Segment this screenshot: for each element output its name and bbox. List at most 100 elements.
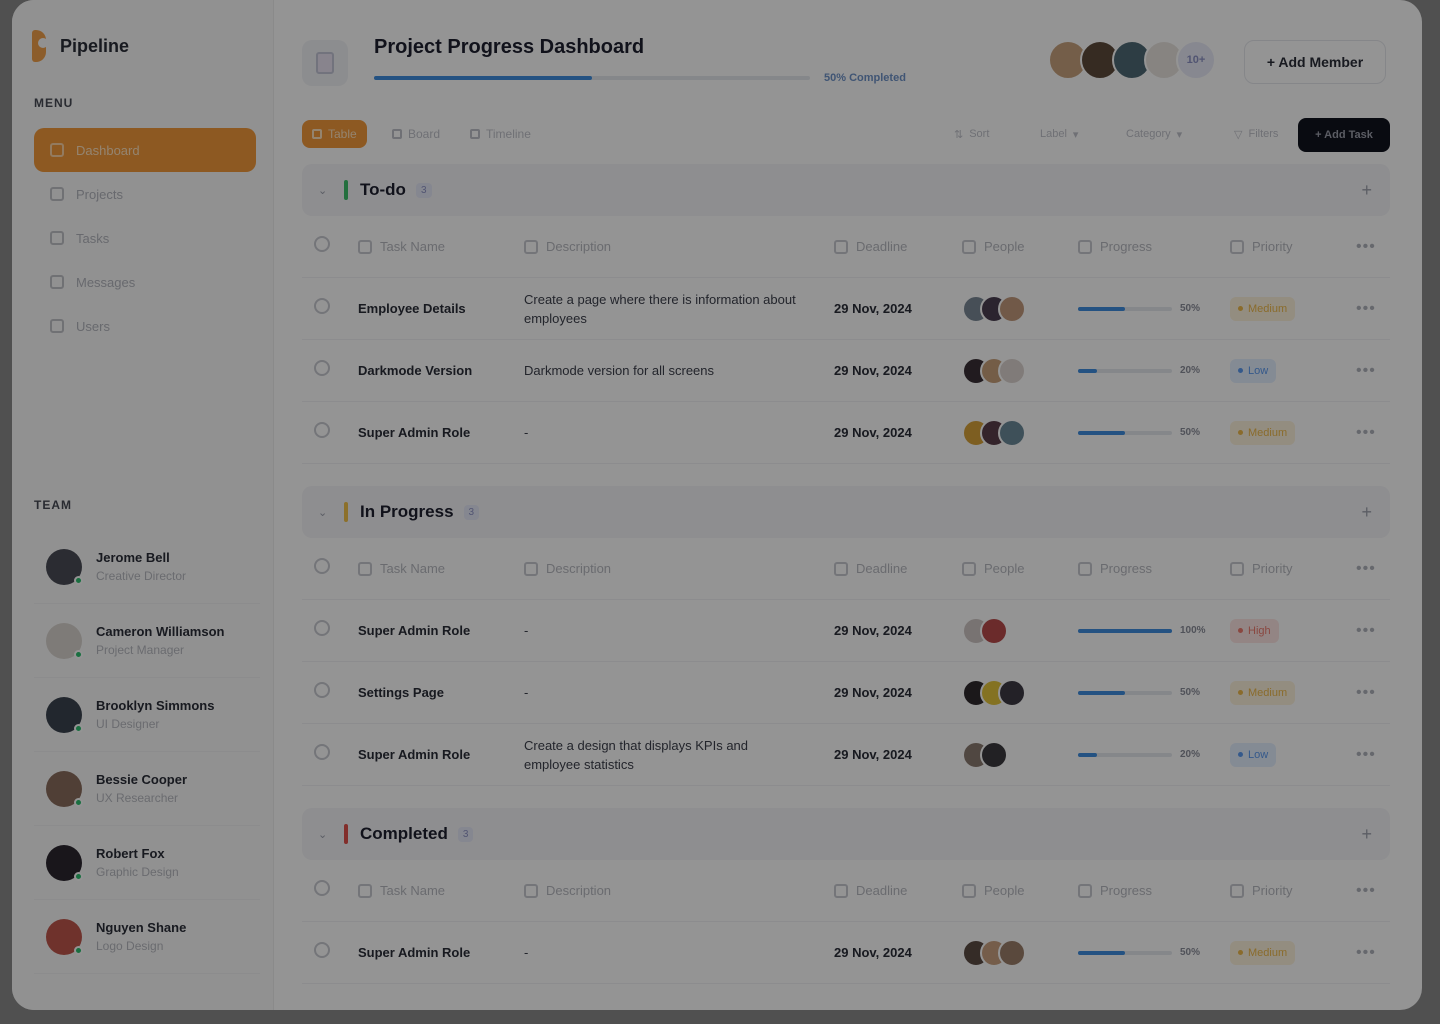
row-select-cell[interactable]	[302, 360, 358, 381]
task-name[interactable]: Super Admin Role	[358, 623, 524, 638]
team-member[interactable]: Bessie Cooper UX Researcher	[34, 752, 260, 826]
table-row[interactable]: Super Admin Role Create a design that dis…	[302, 724, 1390, 786]
select-all-cell[interactable]	[302, 558, 358, 579]
more-options-icon[interactable]: •••	[1356, 300, 1386, 318]
sidebar-item-projects[interactable]: Projects	[34, 172, 256, 216]
label-button[interactable]: Label ▾	[1040, 120, 1078, 148]
tab-table[interactable]: Table	[302, 120, 367, 148]
row-checkbox[interactable]	[314, 744, 330, 760]
column-header-task-name[interactable]: Task Name	[358, 239, 524, 254]
table-row[interactable]: Employee Details Create a page where ther…	[302, 278, 1390, 340]
priority-badge[interactable]: Low	[1230, 742, 1277, 767]
row-select-cell[interactable]	[302, 298, 358, 319]
column-header-people[interactable]: People	[962, 561, 1078, 576]
add-member-button[interactable]: + Add Member	[1244, 40, 1386, 84]
table-row[interactable]: Darkmode Version Darkmode version for all…	[302, 340, 1390, 402]
column-header-task-name[interactable]: Task Name	[358, 561, 524, 576]
more-options-icon[interactable]: •••	[1356, 684, 1386, 702]
more-options-icon[interactable]: •••	[1356, 746, 1386, 764]
more-options-icon[interactable]: •••	[1356, 238, 1386, 256]
more-members-badge[interactable]: 10+	[1176, 40, 1216, 80]
sort-button[interactable]: ⇅ Sort	[954, 120, 989, 148]
sidebar-item-tasks[interactable]: Tasks	[34, 216, 256, 260]
more-options-icon[interactable]: •••	[1356, 362, 1386, 380]
priority-badge[interactable]: High	[1230, 618, 1279, 643]
task-name[interactable]: Settings Page	[358, 685, 524, 700]
chevron-down-icon[interactable]: ⌄	[318, 828, 338, 841]
task-name[interactable]: Super Admin Role	[358, 747, 524, 762]
category-button[interactable]: Category ▾	[1126, 120, 1182, 148]
row-checkbox[interactable]	[314, 682, 330, 698]
group-header[interactable]: ⌄ Completed 3 +	[302, 808, 1390, 860]
team-member[interactable]: Nguyen Shane Logo Design	[34, 900, 260, 974]
row-select-cell[interactable]	[302, 682, 358, 703]
more-options-icon[interactable]: •••	[1356, 622, 1386, 640]
task-people[interactable]	[962, 616, 1078, 645]
row-checkbox[interactable]	[314, 942, 330, 958]
row-select-cell[interactable]	[302, 942, 358, 963]
row-checkbox[interactable]	[314, 620, 330, 636]
task-people[interactable]	[962, 678, 1078, 707]
tab-timeline[interactable]: Timeline	[460, 120, 541, 148]
more-options-icon[interactable]: •••	[1356, 882, 1386, 900]
sidebar-item-users[interactable]: Users	[34, 304, 256, 348]
tab-board[interactable]: Board	[382, 120, 450, 148]
team-member[interactable]: Cameron Williamson Project Manager	[34, 604, 260, 678]
table-row[interactable]: Super Admin Role - 29 Nov, 2024 100% High •••	[302, 600, 1390, 662]
select-all-cell[interactable]	[302, 236, 358, 257]
task-name[interactable]: Super Admin Role	[358, 945, 524, 960]
filters-button[interactable]: ▽ Filters	[1234, 120, 1278, 148]
team-member[interactable]: Brooklyn Simmons UI Designer	[34, 678, 260, 752]
more-options-icon[interactable]: •••	[1356, 944, 1386, 962]
column-header-deadline[interactable]: Deadline	[834, 561, 962, 576]
column-header-deadline[interactable]: Deadline	[834, 239, 962, 254]
column-header-priority[interactable]: Priority	[1230, 561, 1356, 576]
task-people[interactable]	[962, 740, 1078, 769]
column-header-description[interactable]: Description	[524, 559, 834, 578]
task-people[interactable]	[962, 294, 1078, 323]
more-options-icon[interactable]: •••	[1356, 560, 1386, 578]
priority-badge[interactable]: Medium	[1230, 420, 1296, 445]
table-row[interactable]: Super Admin Role - 29 Nov, 2024 50% Medium ••…	[302, 922, 1390, 984]
select-all-checkbox[interactable]	[314, 236, 330, 252]
team-member[interactable]: Robert Fox Graphic Design	[34, 826, 260, 900]
add-task-button[interactable]: + Add Task	[1298, 118, 1390, 152]
task-people[interactable]	[962, 356, 1078, 385]
priority-badge[interactable]: Medium	[1230, 680, 1296, 705]
column-header-description[interactable]: Description	[524, 881, 834, 900]
task-name[interactable]: Super Admin Role	[358, 425, 524, 440]
column-header-people[interactable]: People	[962, 239, 1078, 254]
priority-badge[interactable]: Low	[1230, 358, 1277, 383]
task-name[interactable]: Employee Details	[358, 301, 524, 316]
column-header-people[interactable]: People	[962, 883, 1078, 898]
row-select-cell[interactable]	[302, 744, 358, 765]
row-checkbox[interactable]	[314, 360, 330, 376]
row-checkbox[interactable]	[314, 422, 330, 438]
add-icon[interactable]: +	[1361, 180, 1372, 201]
column-header-priority[interactable]: Priority	[1230, 883, 1356, 898]
add-icon[interactable]: +	[1361, 502, 1372, 523]
task-people[interactable]	[962, 938, 1078, 967]
task-people[interactable]	[962, 418, 1078, 447]
row-select-cell[interactable]	[302, 620, 358, 641]
group-header[interactable]: ⌄ In Progress 3 +	[302, 486, 1390, 538]
chevron-down-icon[interactable]: ⌄	[318, 184, 338, 197]
sidebar-item-messages[interactable]: Messages	[34, 260, 256, 304]
group-header[interactable]: ⌄ To-do 3 +	[302, 164, 1390, 216]
member-avatar-stack[interactable]: 10+	[1048, 40, 1216, 80]
select-all-checkbox[interactable]	[314, 880, 330, 896]
row-checkbox[interactable]	[314, 298, 330, 314]
priority-badge[interactable]: Medium	[1230, 296, 1296, 321]
select-all-cell[interactable]	[302, 880, 358, 901]
logo[interactable]: Pipeline	[32, 30, 129, 62]
task-name[interactable]: Darkmode Version	[358, 363, 524, 378]
table-row[interactable]: Super Admin Role - 29 Nov, 2024 50% Medium ••…	[302, 402, 1390, 464]
chevron-down-icon[interactable]: ⌄	[318, 506, 338, 519]
column-header-deadline[interactable]: Deadline	[834, 883, 962, 898]
team-member[interactable]: Jerome Bell Creative Director	[34, 530, 260, 604]
more-options-icon[interactable]: •••	[1356, 424, 1386, 442]
column-header-description[interactable]: Description	[524, 237, 834, 256]
sidebar-item-dashboard[interactable]: Dashboard	[34, 128, 256, 172]
column-header-progress[interactable]: Progress	[1078, 883, 1230, 898]
row-select-cell[interactable]	[302, 422, 358, 443]
